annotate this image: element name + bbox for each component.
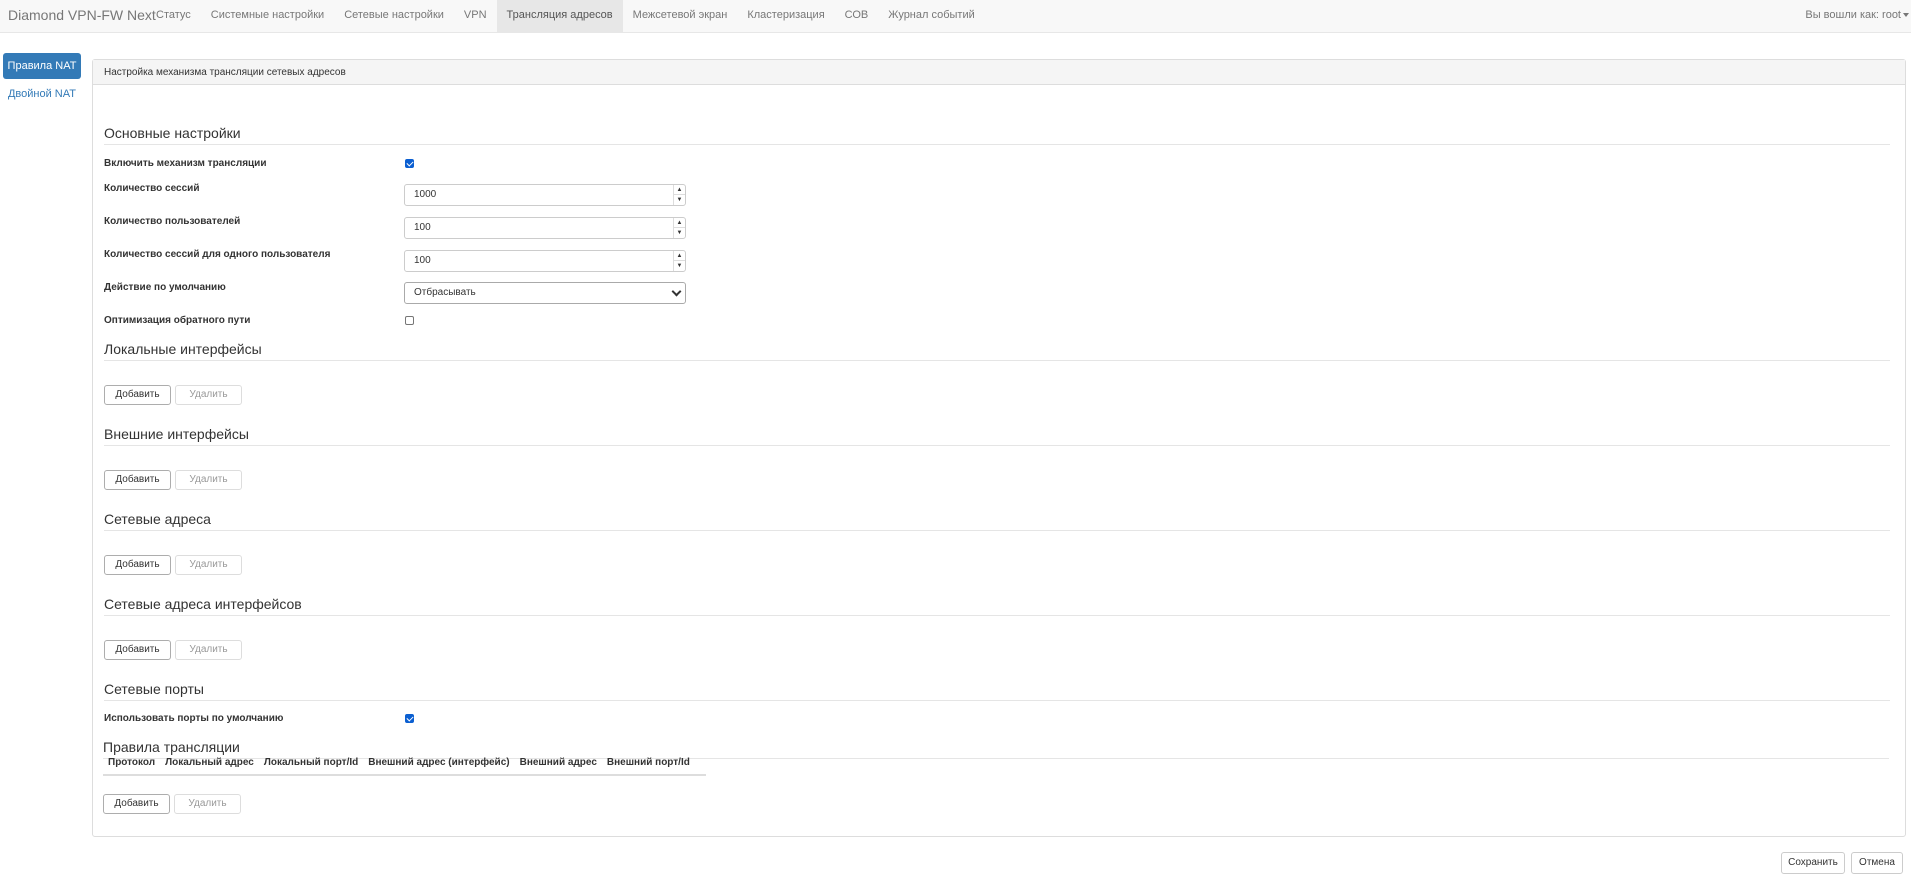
section-title-network-addresses: Сетевые адреса xyxy=(104,510,1890,531)
network-addresses-delete-button[interactable]: Удалить xyxy=(175,555,242,575)
nav-item-system-settings[interactable]: Системные настройки xyxy=(201,0,334,30)
nat-settings-panel: Настройка механизма трансляции сетевых а… xyxy=(92,59,1906,837)
reverse-path-label: Оптимизация обратного пути xyxy=(104,315,251,326)
spin-down-icon[interactable]: ▼ xyxy=(674,195,685,205)
sessions-per-user-spinner[interactable]: ▲ ▼ xyxy=(673,251,685,271)
section-title-basic: Основные настройки xyxy=(104,124,1890,145)
nav-item-network-settings[interactable]: Сетевые настройки xyxy=(334,0,454,30)
sessions-per-user-input[interactable]: 100 ▲ ▼ xyxy=(404,250,686,272)
external-interfaces-add-button[interactable]: Добавить xyxy=(104,470,171,490)
users-label: Количество пользователей xyxy=(104,216,241,227)
col-local-address[interactable]: Локальный адрес xyxy=(160,750,259,774)
nav-item-clustering[interactable]: Кластеризация xyxy=(737,0,834,30)
interface-addresses-add-button[interactable]: Добавить xyxy=(104,640,171,660)
spin-down-icon[interactable]: ▼ xyxy=(674,261,685,271)
default-ports-label: Использовать порты по умолчанию xyxy=(104,713,284,724)
section-title-network-ports: Сетевые порты xyxy=(104,680,1890,701)
cancel-button[interactable]: Отмена xyxy=(1851,852,1903,874)
nav-item-nat[interactable]: Трансляция адресов xyxy=(496,0,623,32)
top-navbar: Diamond VPN-FW Next Статус Системные нас… xyxy=(0,0,1911,33)
rules-delete-button[interactable]: Удалить xyxy=(174,794,241,814)
interface-addresses-delete-button[interactable]: Удалить xyxy=(175,640,242,660)
chevron-down-icon xyxy=(671,286,682,297)
nav-item-ids[interactable]: СОВ xyxy=(835,0,879,30)
main-menu: Статус Системные настройки Сетевые настр… xyxy=(146,0,985,33)
sidebar: Правила NAT Двойной NAT xyxy=(3,53,81,107)
enable-nat-label: Включить механизм трансляции xyxy=(104,158,267,169)
sessions-per-user-value: 100 xyxy=(414,255,431,266)
sidebar-item-double-nat[interactable]: Двойной NAT xyxy=(3,81,81,107)
default-ports-checkbox[interactable] xyxy=(405,714,414,723)
section-title-local-interfaces: Локальные интерфейсы xyxy=(104,340,1890,361)
rules-add-button[interactable]: Добавить xyxy=(103,794,170,814)
enable-nat-checkbox[interactable] xyxy=(405,159,414,168)
reverse-path-checkbox[interactable] xyxy=(405,316,414,325)
section-title-interface-addresses: Сетевые адреса интерфейсов xyxy=(104,595,1890,616)
sessions-per-user-label: Количество сессий для одного пользовател… xyxy=(104,249,331,260)
section-title-external-interfaces: Внешние интерфейсы xyxy=(104,425,1890,446)
sessions-label: Количество сессий xyxy=(104,183,200,194)
col-local-port[interactable]: Локальный порт/Id xyxy=(259,750,363,774)
nav-item-vpn[interactable]: VPN xyxy=(454,0,497,30)
local-interfaces-delete-button[interactable]: Удалить xyxy=(175,385,242,405)
nav-item-firewall[interactable]: Межсетевой экран xyxy=(623,0,738,30)
brand[interactable]: Diamond VPN-FW Next xyxy=(8,0,156,30)
users-input[interactable]: 100 ▲ ▼ xyxy=(404,217,686,239)
panel-heading: Настройка механизма трансляции сетевых а… xyxy=(93,60,1905,85)
save-button[interactable]: Сохранить xyxy=(1781,852,1845,874)
local-interfaces-add-button[interactable]: Добавить xyxy=(104,385,171,405)
spin-down-icon[interactable]: ▼ xyxy=(674,228,685,238)
user-menu[interactable]: Вы вошли как: root xyxy=(1805,0,1909,30)
network-addresses-add-button[interactable]: Добавить xyxy=(104,555,171,575)
users-spinner[interactable]: ▲ ▼ xyxy=(673,218,685,238)
col-protocol[interactable]: Протокол xyxy=(103,750,160,774)
users-value: 100 xyxy=(414,222,431,233)
default-action-label: Действие по умолчанию xyxy=(104,282,226,293)
spin-up-icon[interactable]: ▲ xyxy=(674,185,685,195)
sessions-value: 1000 xyxy=(414,189,437,200)
col-external-interface-address[interactable]: Внешний адрес (интерфейс) xyxy=(363,750,514,774)
col-external-address[interactable]: Внешний адрес xyxy=(515,750,602,774)
default-action-select[interactable]: Отбрасывать xyxy=(404,282,686,304)
col-external-port[interactable]: Внешний порт/Id xyxy=(602,750,695,774)
nav-item-status[interactable]: Статус xyxy=(146,0,201,30)
spin-up-icon[interactable]: ▲ xyxy=(674,218,685,228)
user-menu-label: Вы вошли как: root xyxy=(1805,9,1901,21)
sessions-input[interactable]: 1000 ▲ ▼ xyxy=(404,184,686,206)
caret-down-icon xyxy=(1903,13,1909,18)
sessions-spinner[interactable]: ▲ ▼ xyxy=(673,185,685,205)
default-action-value: Отбрасывать xyxy=(414,287,476,298)
sidebar-item-nat-rules[interactable]: Правила NAT xyxy=(3,53,81,79)
rules-table-header: Протокол Локальный адрес Локальный порт/… xyxy=(103,750,706,776)
external-interfaces-delete-button[interactable]: Удалить xyxy=(175,470,242,490)
nav-item-event-log[interactable]: Журнал событий xyxy=(878,0,984,30)
spin-up-icon[interactable]: ▲ xyxy=(674,251,685,261)
